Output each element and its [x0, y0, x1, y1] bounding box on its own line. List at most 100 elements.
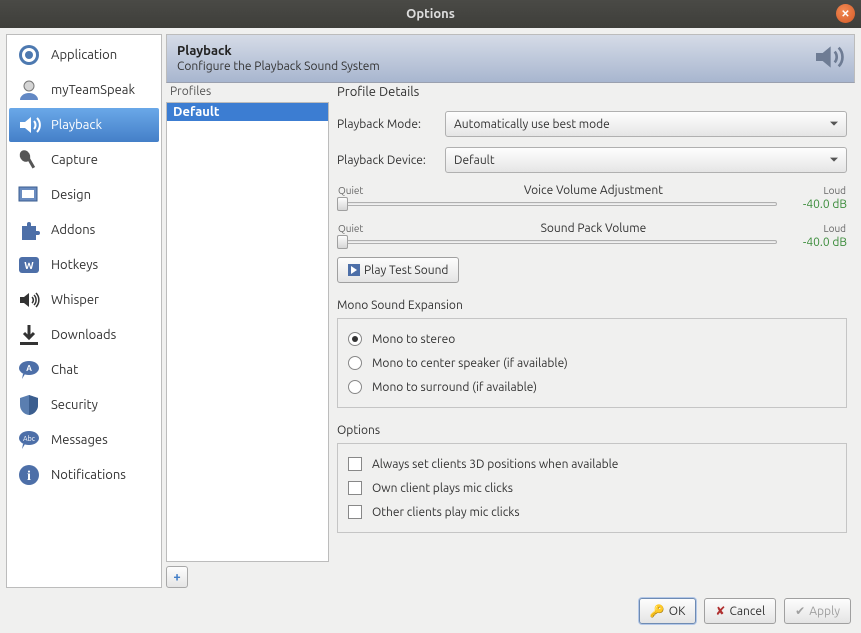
add-profile-button[interactable]: + — [166, 566, 188, 588]
download-icon — [15, 323, 43, 347]
svg-text:W: W — [24, 260, 34, 271]
svg-text:A: A — [26, 364, 32, 373]
messages-icon: Abc — [15, 428, 43, 452]
option-other-mic-clicks[interactable]: Other clients play mic clicks — [348, 500, 836, 524]
sidebar-item-label: Hotkeys — [51, 258, 98, 272]
whisper-icon — [15, 288, 43, 312]
key-icon: W — [15, 253, 43, 277]
application-icon — [15, 43, 43, 67]
playback-device-select[interactable]: Default — [445, 147, 847, 173]
info-icon: i — [15, 463, 43, 487]
playback-header-icon — [812, 41, 844, 76]
page-subtitle: Configure the Playback Sound System — [177, 60, 380, 73]
profile-item-label: Default — [173, 105, 219, 119]
radio-label: Mono to center speaker (if available) — [372, 357, 568, 370]
profiles-list[interactable]: Default — [166, 102, 329, 562]
svg-text:Abc: Abc — [23, 435, 36, 443]
page-title: Playback — [177, 44, 380, 58]
profile-details: Profile Details Playback Mode: Automatic… — [329, 83, 855, 588]
options-group: Always set clients 3D positions when ava… — [337, 443, 847, 533]
pack-loud-label: Loud — [824, 223, 847, 235]
sidebar-item-capture[interactable]: Capture — [9, 143, 159, 177]
checkbox-label: Other clients play mic clicks — [372, 506, 520, 519]
mic-icon — [15, 148, 43, 172]
svg-text:i: i — [27, 469, 31, 484]
pack-volume-title: Sound Pack Volume — [363, 222, 823, 235]
mono-option-center[interactable]: Mono to center speaker (if available) — [348, 351, 836, 375]
sidebar-item-playback[interactable]: Playback — [9, 108, 159, 142]
radio-label: Mono to stereo — [372, 333, 455, 346]
ok-label: OK — [669, 605, 686, 618]
page-header: Playback Configure the Playback Sound Sy… — [166, 34, 855, 83]
sidebar-item-application[interactable]: Application — [9, 38, 159, 72]
voice-loud-label: Loud — [824, 185, 847, 197]
playback-mode-select[interactable]: Automatically use best mode — [445, 111, 847, 137]
sidebar-item-label: Security — [51, 398, 98, 412]
playback-mode-value: Automatically use best mode — [454, 118, 610, 131]
radio-icon[interactable] — [348, 380, 362, 394]
sidebar-item-notifications[interactable]: i Notifications — [9, 458, 159, 492]
radio-label: Mono to surround (if available) — [372, 381, 537, 394]
play-test-sound-button[interactable]: Play Test Sound — [337, 257, 459, 283]
dialog-footer: 🔑 OK ✘ Cancel ✔ Apply — [0, 594, 861, 632]
profile-item[interactable]: Default — [167, 103, 328, 121]
sidebar-item-label: Chat — [51, 363, 78, 377]
design-icon — [15, 183, 43, 207]
checkbox-icon[interactable] — [348, 457, 362, 471]
radio-icon[interactable] — [348, 332, 362, 346]
sidebar-item-chat[interactable]: A Chat — [9, 353, 159, 387]
playback-mode-label: Playback Mode: — [337, 118, 437, 131]
mono-option-surround[interactable]: Mono to surround (if available) — [348, 375, 836, 399]
cancel-icon: ✘ — [715, 604, 725, 618]
mono-option-stereo[interactable]: Mono to stereo — [348, 327, 836, 351]
cancel-label: Cancel — [729, 605, 765, 618]
playback-device-label: Playback Device: — [337, 154, 437, 167]
sidebar-item-label: Whisper — [51, 293, 99, 307]
voice-volume-value: -40.0 dB — [789, 198, 847, 211]
options-group-title: Options — [337, 424, 847, 437]
titlebar: Options ✕ — [0, 0, 861, 28]
speaker-icon — [15, 113, 43, 137]
checkbox-icon[interactable] — [348, 505, 362, 519]
window-title: Options — [406, 7, 455, 21]
sidebar-item-label: Addons — [51, 223, 95, 237]
profiles-label: Profiles — [166, 83, 329, 102]
mono-group: Mono to stereo Mono to center speaker (i… — [337, 318, 847, 408]
sidebar-item-whisper[interactable]: Whisper — [9, 283, 159, 317]
cancel-button[interactable]: ✘ Cancel — [704, 598, 776, 624]
mono-group-title: Mono Sound Expansion — [337, 299, 847, 312]
sidebar-item-label: Application — [51, 48, 117, 62]
apply-label: Apply — [809, 605, 840, 618]
voice-volume-slider[interactable] — [337, 197, 777, 211]
sidebar-item-label: Capture — [51, 153, 98, 167]
sidebar-item-security[interactable]: Security — [9, 388, 159, 422]
voice-quiet-label: Quiet — [338, 185, 363, 197]
checkbox-label: Own client plays mic clicks — [372, 482, 513, 495]
sidebar-item-label: Playback — [51, 118, 102, 132]
apply-button[interactable]: ✔ Apply — [784, 598, 851, 624]
apply-icon: ✔ — [795, 604, 805, 618]
option-own-mic-clicks[interactable]: Own client plays mic clicks — [348, 476, 836, 500]
playback-device-value: Default — [454, 154, 495, 167]
user-icon — [15, 78, 43, 102]
pack-volume-value: -40.0 dB — [789, 236, 847, 249]
sidebar-item-hotkeys[interactable]: W Hotkeys — [9, 248, 159, 282]
sidebar-item-addons[interactable]: Addons — [9, 213, 159, 247]
checkbox-icon[interactable] — [348, 481, 362, 495]
profile-details-title: Profile Details — [337, 85, 847, 99]
window-close-button[interactable]: ✕ — [836, 4, 855, 23]
pack-volume-slider[interactable] — [337, 235, 777, 249]
sidebar-item-myteamspeak[interactable]: myTeamSpeak — [9, 73, 159, 107]
sidebar-item-label: Downloads — [51, 328, 116, 342]
sidebar-item-downloads[interactable]: Downloads — [9, 318, 159, 352]
sidebar-item-messages[interactable]: Abc Messages — [9, 423, 159, 457]
ok-button[interactable]: 🔑 OK — [639, 598, 697, 624]
checkbox-label: Always set clients 3D positions when ava… — [372, 458, 618, 471]
shield-icon — [15, 393, 43, 417]
radio-icon[interactable] — [348, 356, 362, 370]
sidebar-item-design[interactable]: Design — [9, 178, 159, 212]
option-3d-positions[interactable]: Always set clients 3D positions when ava… — [348, 452, 836, 476]
ok-icon: 🔑 — [650, 604, 665, 618]
sidebar-item-label: Design — [51, 188, 91, 202]
play-test-sound-label: Play Test Sound — [364, 264, 448, 277]
